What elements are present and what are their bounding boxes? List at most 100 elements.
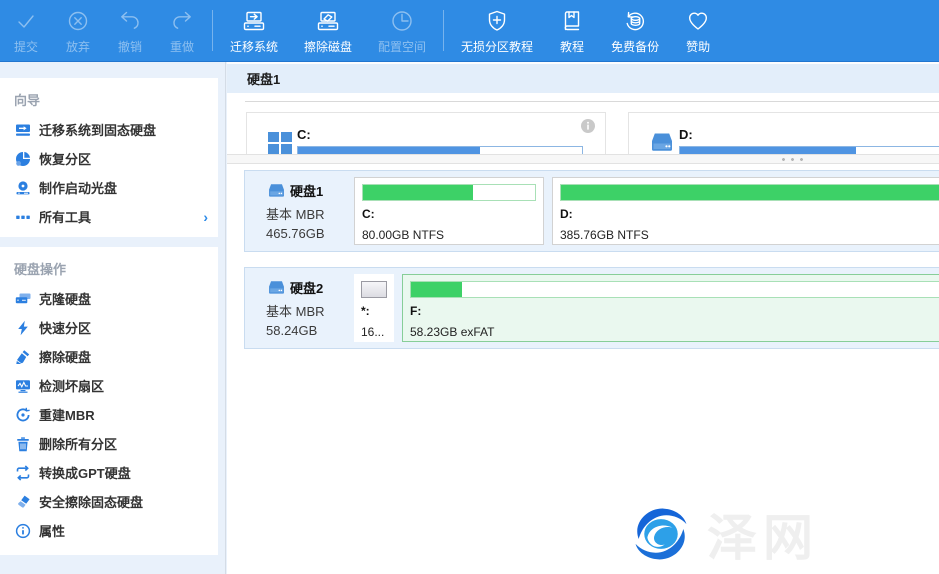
sidebar-item-wipe-hdd[interactable]: 擦除硬盘 — [0, 342, 218, 371]
drive-letter: C: — [297, 127, 583, 142]
overview-card-c[interactable]: C: — [246, 112, 606, 154]
sidebar: 向导 迁移系统到固态硬盘 恢复分区 制作启动光盘 所有工具 — [0, 62, 226, 574]
disk-row-2: 硬盘2 基本 MBR 58.24GB *: 16... F: 58.23GB e… — [244, 267, 939, 349]
rebuild-mbr-icon — [14, 406, 31, 423]
partition-label: D: — [560, 207, 939, 221]
partition-f-selected[interactable]: F: 58.23GB exFAT — [402, 274, 939, 342]
migrate-to-ssd-icon — [14, 121, 31, 138]
wizard-panel: 向导 迁移系统到固态硬盘 恢复分区 制作启动光盘 所有工具 — [0, 78, 218, 237]
sidebar-item-convert-gpt[interactable]: 转换成GPT硬盘 — [0, 458, 218, 487]
partition-d[interactable]: D: 385.76GB NTFS — [552, 177, 939, 245]
disk-name: 硬盘2 — [290, 278, 323, 297]
sidebar-item-recover-partition[interactable]: 恢复分区 — [0, 144, 218, 173]
discard-button[interactable]: 放弃 — [52, 0, 104, 61]
sponsor-heart-icon — [685, 7, 711, 35]
partition-usage-bar — [362, 184, 536, 201]
toolbar-separator — [443, 10, 444, 51]
windows-icon — [265, 128, 295, 154]
bad-sector-icon — [14, 377, 31, 394]
disk-type: 基本 MBR — [266, 301, 346, 320]
clone-disk-icon — [14, 290, 31, 307]
commit-check-icon — [13, 7, 39, 35]
migrate-os-button[interactable]: 迁移系统 — [217, 0, 291, 61]
info-icon[interactable] — [581, 119, 595, 133]
partition-unnamed[interactable]: *: 16... — [354, 274, 394, 342]
drive-overview-strip: C: D: — [246, 112, 939, 154]
partition-tutorial-icon — [484, 7, 510, 35]
toolbar-separator — [212, 10, 213, 51]
sidebar-item-clone-disk[interactable]: 克隆硬盘 — [0, 284, 218, 313]
drive-usage-bar — [679, 146, 939, 154]
wipe-disk-icon — [315, 7, 341, 35]
allocate-space-button[interactable]: 配置空间 — [365, 0, 439, 61]
secure-erase-icon — [14, 493, 31, 510]
disk-name: 硬盘1 — [290, 181, 323, 200]
partition-size-fs: 16... — [361, 325, 387, 339]
disk-size: 58.24GB — [266, 323, 346, 338]
splitter-dots-icon — [779, 158, 805, 161]
migrate-os-icon — [241, 7, 267, 35]
disk-icon — [266, 180, 287, 201]
disk-icon — [647, 128, 677, 154]
overview-splitter-handle[interactable] — [227, 154, 939, 164]
free-backup-icon — [622, 7, 648, 35]
wipe-disk-button[interactable]: 擦除磁盘 — [291, 0, 365, 61]
sidebar-item-bootable-media[interactable]: 制作启动光盘 — [0, 173, 218, 202]
partition-tutorial-button[interactable]: 无损分区教程 — [448, 0, 546, 61]
sidebar-item-quick-partition[interactable]: 快速分区 — [0, 313, 218, 342]
sidebar-item-delete-all-partitions[interactable]: 删除所有分区 — [0, 429, 218, 458]
watermark-text: 泽网 — [707, 498, 819, 570]
tutorial-icon — [559, 7, 585, 35]
sidebar-item-bad-sector-test[interactable]: 检测坏扇区 — [0, 371, 218, 400]
delete-partitions-icon — [14, 435, 31, 452]
partition-label: *: — [361, 304, 387, 318]
partition-usage-bar — [410, 281, 939, 298]
disk-icon — [266, 277, 287, 298]
sponsor-button[interactable]: 赞助 — [672, 0, 724, 61]
sidebar-item-migrate-to-ssd[interactable]: 迁移系统到固态硬盘 — [0, 115, 218, 144]
partition-label: F: — [410, 304, 939, 318]
partition-usage-bar — [560, 184, 939, 201]
drive-usage-bar — [297, 146, 583, 154]
sidebar-item-secure-erase-ssd[interactable]: 安全擦除固态硬盘 — [0, 487, 218, 516]
section-title-disk-operations: 硬盘操作 — [0, 257, 218, 284]
bootable-media-icon — [14, 179, 31, 196]
properties-icon — [14, 522, 31, 539]
commit-button[interactable]: 提交 — [0, 0, 52, 61]
free-backup-button[interactable]: 免费备份 — [598, 0, 672, 61]
chevron-right-icon: › — [203, 209, 208, 225]
overview-card-d[interactable]: D: — [628, 112, 939, 154]
section-title-wizard: 向导 — [0, 88, 218, 115]
disk-row-1: 硬盘1 基本 MBR 465.76GB C: 80.00GB NTFS D: 3… — [244, 170, 939, 252]
watermark: 泽网 — [625, 498, 819, 570]
sidebar-item-properties[interactable]: 属性 — [0, 516, 218, 545]
partition-usage-bar — [361, 281, 387, 298]
partition-label: C: — [362, 207, 536, 221]
disk1-info[interactable]: 硬盘1 基本 MBR 465.76GB — [252, 177, 346, 245]
convert-gpt-icon — [14, 464, 31, 481]
allocate-space-icon — [389, 7, 415, 35]
recover-partition-icon — [14, 150, 31, 167]
drive-letter: D: — [679, 127, 939, 142]
tutorial-button[interactable]: 教程 — [546, 0, 598, 61]
main-content: 硬盘1 C: D: — [227, 62, 939, 574]
sidebar-item-all-tools[interactable]: 所有工具 › — [0, 202, 218, 231]
wipe-hdd-icon — [14, 348, 31, 365]
disk-type: 基本 MBR — [266, 204, 346, 223]
partition-size-fs: 385.76GB NTFS — [560, 228, 939, 242]
disk2-info[interactable]: 硬盘2 基本 MBR 58.24GB — [252, 274, 346, 342]
watermark-swirl-logo — [625, 503, 697, 565]
redo-button[interactable]: 重做 — [156, 0, 208, 61]
disk-size: 465.76GB — [266, 226, 346, 241]
tab-disk1[interactable]: 硬盘1 — [247, 69, 280, 88]
quick-partition-icon — [14, 319, 31, 336]
tabstrip: 硬盘1 — [227, 62, 939, 93]
partition-size-fs: 58.23GB exFAT — [410, 325, 939, 339]
partition-c[interactable]: C: 80.00GB NTFS — [354, 177, 544, 245]
partition-size-fs: 80.00GB NTFS — [362, 228, 536, 242]
all-tools-icon — [14, 208, 31, 225]
partition-manager-window: 提交 放弃 撤销 重做 迁移系统 擦除磁盘 — [0, 0, 939, 574]
sidebar-item-rebuild-mbr[interactable]: 重建MBR — [0, 400, 218, 429]
undo-button[interactable]: 撤销 — [104, 0, 156, 61]
redo-icon — [169, 7, 195, 35]
